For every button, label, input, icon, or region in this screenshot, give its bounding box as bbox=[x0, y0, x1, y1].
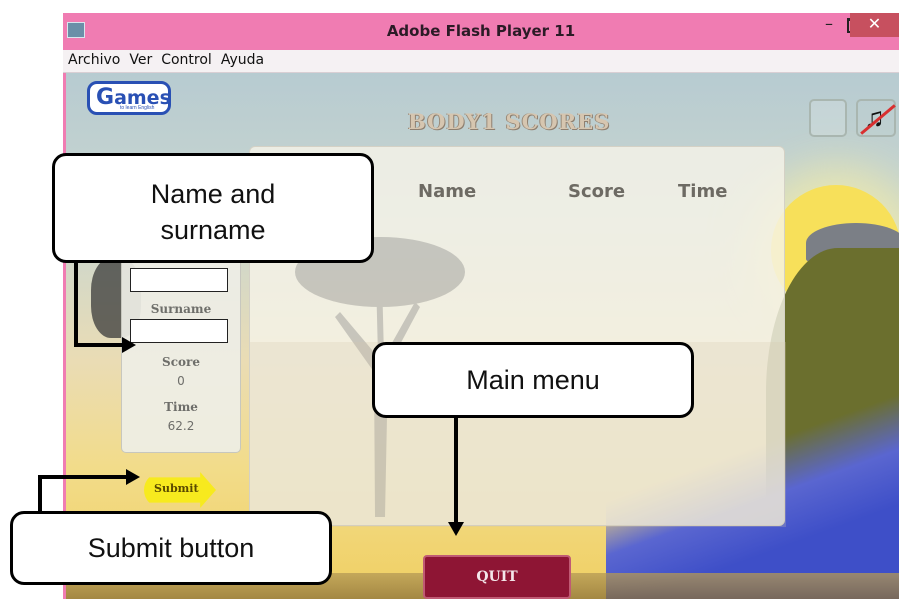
submit-callout-connector bbox=[38, 475, 42, 513]
name-callout-connector bbox=[74, 262, 78, 347]
submit-callout-connector-horizontal bbox=[38, 475, 128, 479]
callout-submit-button: Submit button bbox=[10, 511, 332, 585]
time-value: 62.2 bbox=[167, 419, 195, 433]
score-value: 0 bbox=[177, 374, 185, 388]
name-callout-arrowhead bbox=[122, 337, 136, 353]
callout-name-surname: Name and surname bbox=[52, 153, 374, 263]
score-label: Score bbox=[162, 355, 200, 369]
logo-subtext: to learn English bbox=[120, 105, 155, 111]
menu-archivo[interactable]: Archivo bbox=[63, 50, 124, 68]
column-time: Time bbox=[678, 181, 728, 202]
menu-ayuda[interactable]: Ayuda bbox=[216, 50, 268, 68]
surname-label: Surname bbox=[150, 302, 212, 316]
callout-main-menu-text: Main menu bbox=[466, 365, 600, 395]
surname-input[interactable] bbox=[130, 319, 228, 343]
options-button[interactable] bbox=[809, 99, 847, 137]
name-input[interactable] bbox=[130, 268, 228, 292]
quit-button[interactable]: QUIT bbox=[423, 555, 571, 599]
menu-control[interactable]: Control bbox=[156, 50, 216, 68]
main-menu-callout-connector bbox=[454, 417, 458, 525]
time-label: Time bbox=[164, 400, 198, 414]
callout-submit-button-text: Submit button bbox=[87, 533, 255, 563]
name-callout-connector-horizontal bbox=[74, 343, 124, 347]
games-logo: Games to learn English bbox=[87, 81, 171, 115]
submit-button[interactable]: Submit bbox=[144, 472, 216, 508]
menu-ver[interactable]: Ver bbox=[124, 50, 156, 68]
screen-title: BODY1 SCORES bbox=[408, 109, 611, 134]
submit-callout-arrowhead bbox=[126, 469, 140, 485]
callout-main-menu: Main menu bbox=[372, 342, 694, 418]
window-title: Adobe Flash Player 11 bbox=[386, 22, 576, 40]
callout-name-surname-text: Name and surname bbox=[150, 179, 276, 245]
close-button[interactable]: ✕ bbox=[850, 13, 899, 37]
music-toggle-button[interactable]: ♫ bbox=[856, 99, 896, 137]
column-name: Name bbox=[418, 181, 477, 202]
title-bar: Adobe Flash Player 11 – ✕ bbox=[63, 13, 899, 50]
minimize-button[interactable]: – bbox=[816, 13, 842, 37]
quit-label: QUIT bbox=[476, 569, 518, 585]
main-menu-arrowhead bbox=[448, 522, 464, 536]
submit-label: Submit bbox=[154, 482, 199, 495]
menu-bar: Archivo Ver Control Ayuda bbox=[63, 50, 899, 73]
column-score: Score bbox=[568, 181, 626, 202]
